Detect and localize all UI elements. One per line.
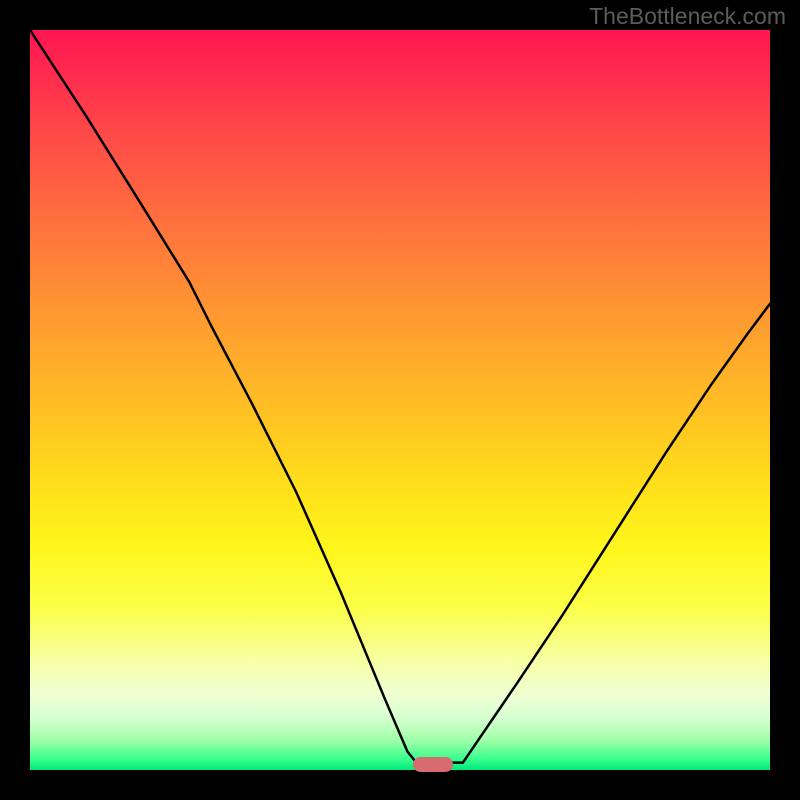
minimum-marker: [413, 757, 453, 772]
curve-svg: [30, 30, 770, 770]
plot-area: [30, 30, 770, 770]
watermark-text: TheBottleneck.com: [589, 3, 786, 30]
chart-frame: TheBottleneck.com: [0, 0, 800, 800]
bottleneck-curve: [30, 30, 770, 763]
